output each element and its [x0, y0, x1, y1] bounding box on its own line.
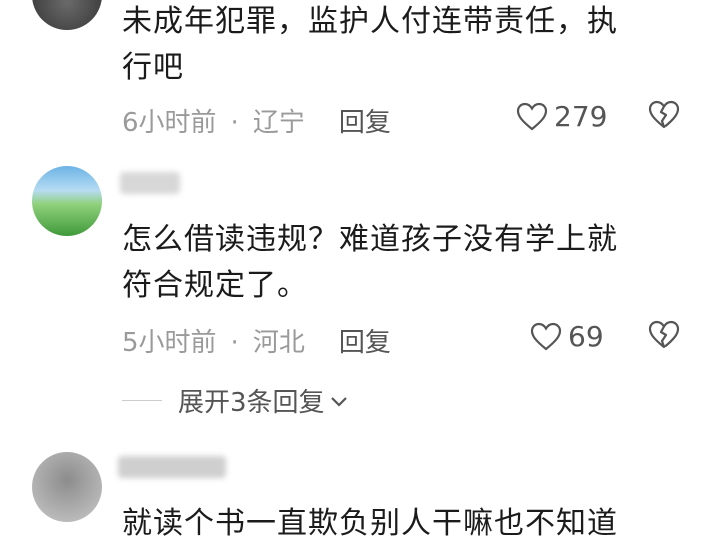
comment-meta: 6小时前 · 辽宁 回复 [122, 102, 391, 139]
meta-separator: · [230, 328, 239, 358]
comment-text-line: 未成年犯罪，监护人付连带责任，执 [122, 4, 618, 39]
username-redacted[interactable] [118, 456, 226, 478]
reply-button[interactable]: 回复 [339, 328, 391, 358]
username-redacted[interactable] [120, 172, 180, 194]
comment-time: 5小时前 [122, 328, 217, 358]
expand-replies-label: 展开3条回复 [178, 388, 325, 418]
comment-text-line: 符合规定了。 [122, 268, 308, 303]
divider [122, 400, 162, 401]
chevron-down-icon [330, 396, 347, 407]
expand-replies-button[interactable]: 展开3条回复 [122, 382, 349, 419]
heart-icon [530, 322, 562, 350]
dislike-button[interactable] [648, 100, 680, 134]
comment-time: 6小时前 [122, 108, 217, 138]
meta-separator: · [230, 108, 239, 138]
reply-button[interactable]: 回复 [339, 108, 391, 138]
avatar[interactable] [32, 0, 102, 30]
avatar[interactable] [32, 166, 102, 236]
comment-location: 河北 [252, 328, 305, 358]
comment-meta: 5小时前 · 河北 回复 [122, 322, 391, 359]
comment-text-line: 怎么借读违规？难道孩子没有学上就 [122, 222, 618, 257]
broken-heart-icon [648, 320, 680, 349]
comment-location: 辽宁 [252, 108, 305, 138]
avatar[interactable] [32, 452, 102, 522]
comment-text-line: 就读个书一直欺负别人干嘛也不知道 [122, 506, 618, 541]
like-count: 279 [554, 100, 608, 133]
like-button[interactable]: 279 [516, 100, 607, 133]
broken-heart-icon [648, 100, 680, 129]
dislike-button[interactable] [648, 320, 680, 354]
comment-text-line: 行吧 [122, 50, 184, 85]
like-count: 69 [568, 320, 604, 353]
heart-icon [516, 102, 548, 130]
like-button[interactable]: 69 [530, 320, 604, 353]
